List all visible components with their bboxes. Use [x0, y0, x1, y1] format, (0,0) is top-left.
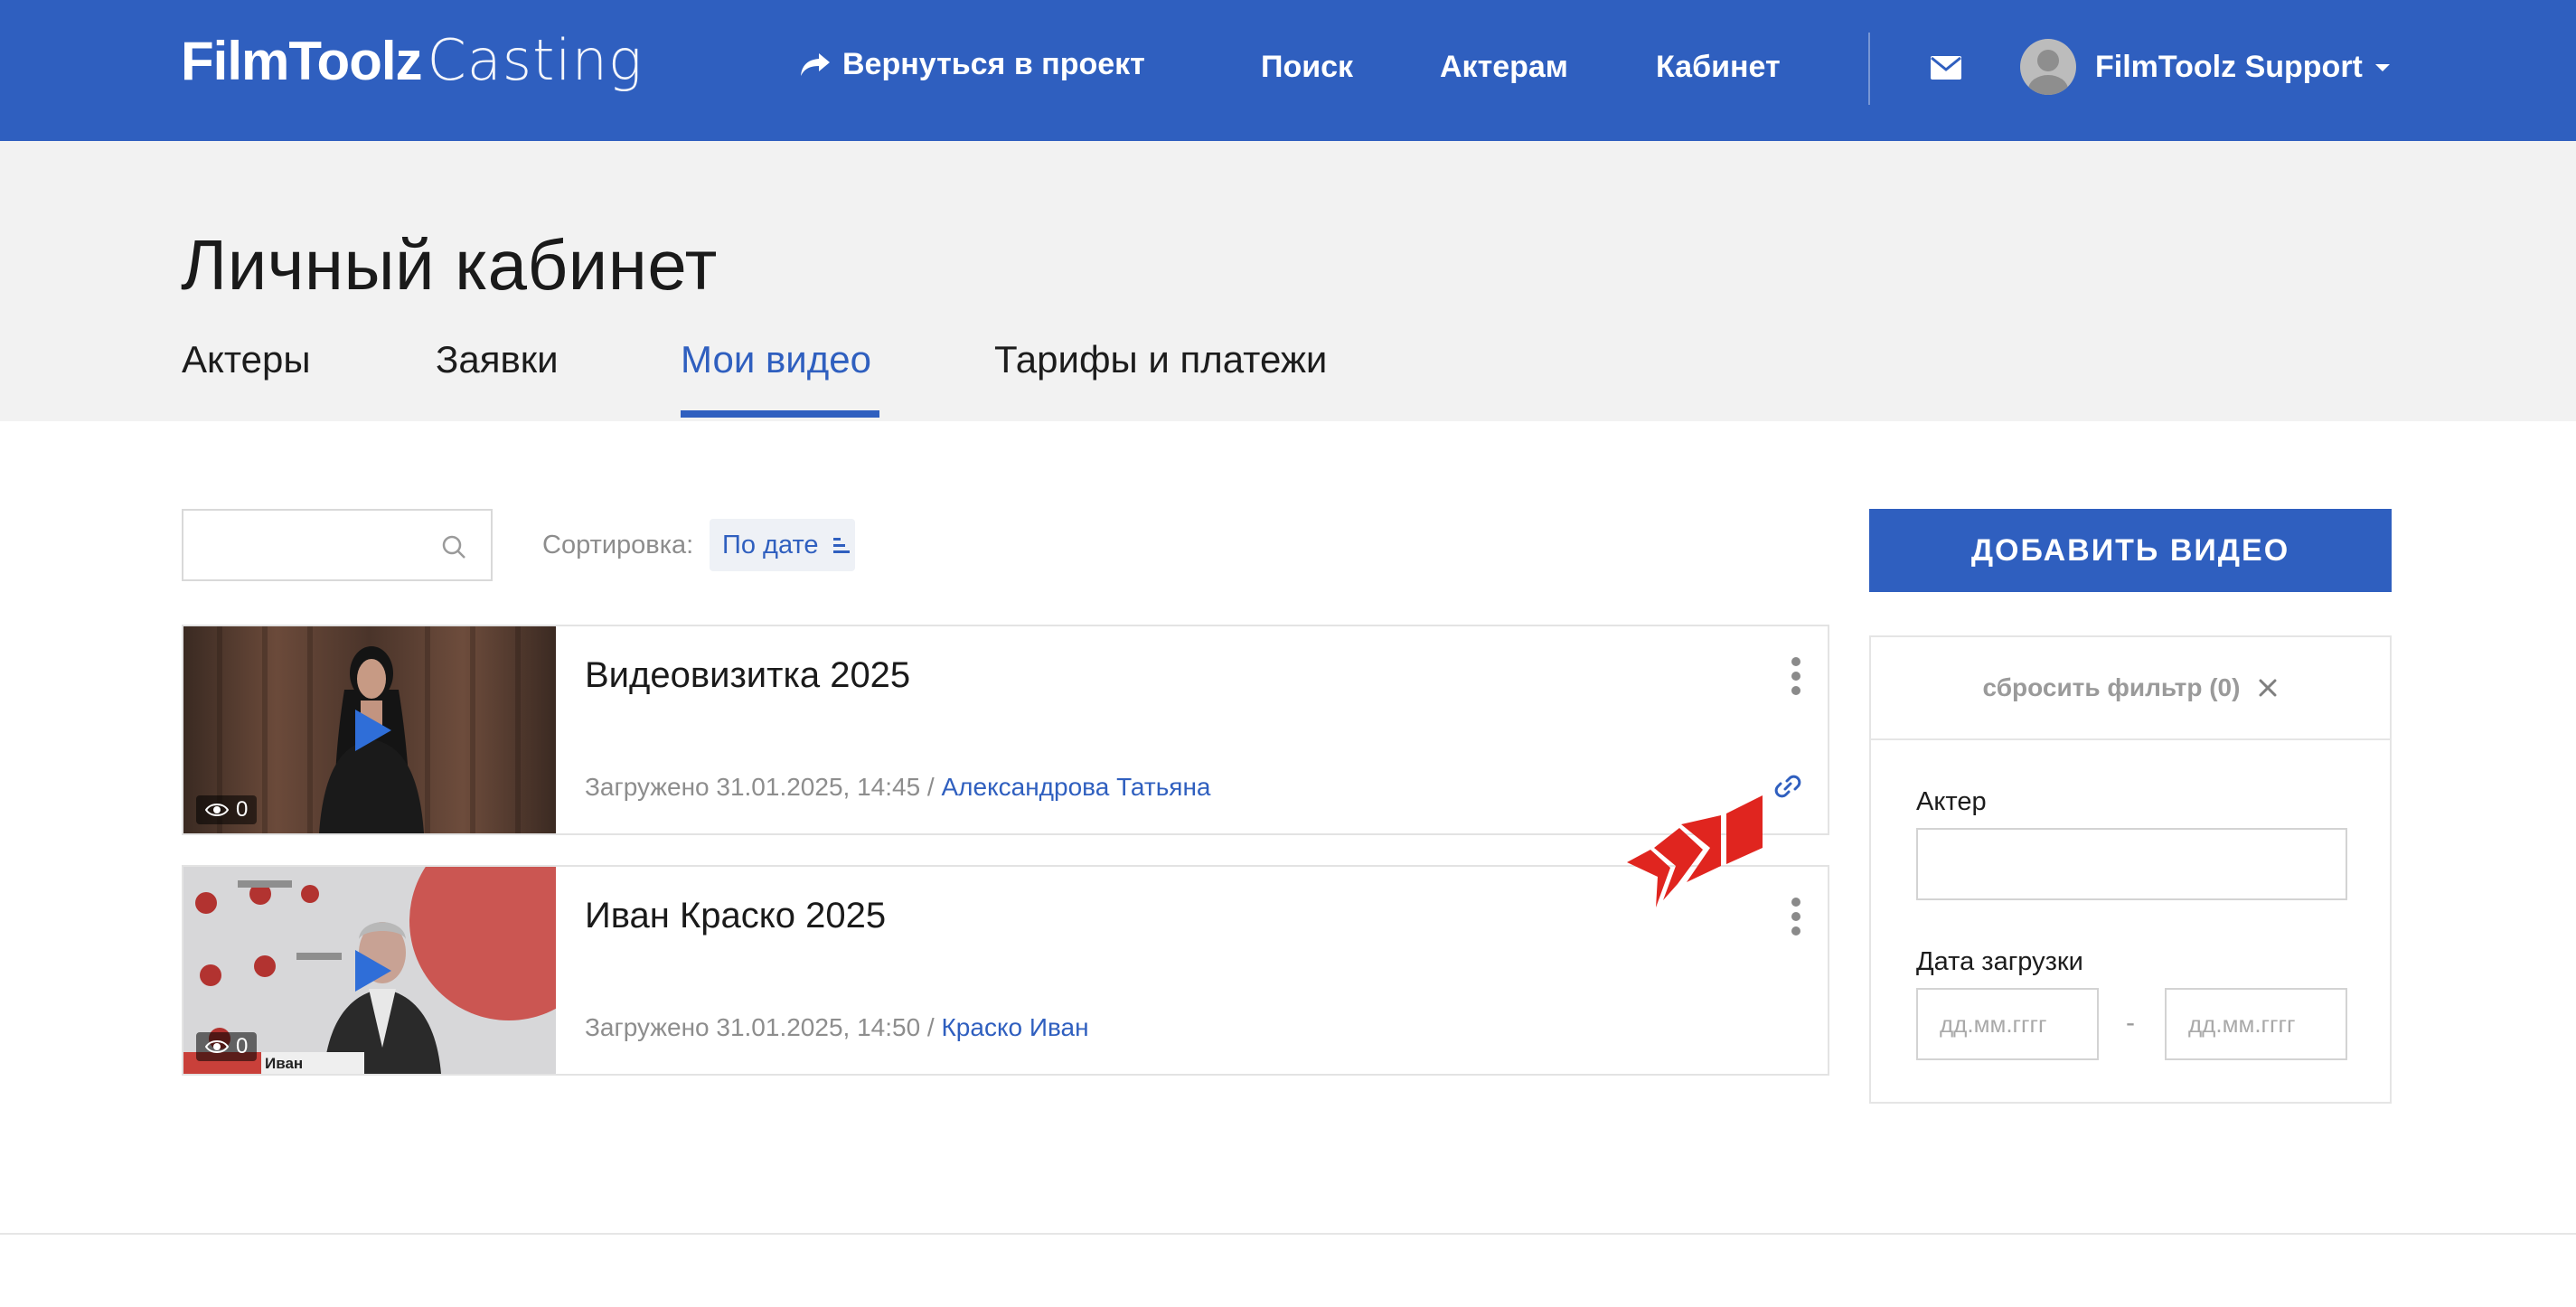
nav-search-link[interactable]: Поиск	[1261, 50, 1353, 85]
video-thumbnail[interactable]: 0	[183, 626, 556, 833]
more-options-icon[interactable]	[1791, 898, 1801, 936]
logo-brand-text: FilmToolz	[181, 31, 423, 91]
search-input[interactable]	[198, 522, 433, 569]
sort-label: Сортировка:	[542, 531, 694, 559]
page-header: Личный кабинет Актеры Заявки Мои видео Т…	[0, 141, 2576, 421]
actor-field-label: Актер	[1916, 787, 1987, 816]
nav-actors-link[interactable]: Актерам	[1440, 50, 1568, 85]
play-icon[interactable]	[355, 950, 391, 992]
video-card: 0 Видеовизитка 2025 Загружено 31.01.2025…	[182, 625, 1829, 835]
logo-product-text: Casting	[427, 27, 644, 93]
video-title[interactable]: Видеовизитка 2025	[585, 655, 910, 696]
footer-divider	[0, 1233, 2576, 1235]
reset-filter-label: сбросить фильтр (0)	[1982, 673, 2241, 701]
tab-tariffs-payments[interactable]: Тарифы и платежи	[994, 338, 1327, 381]
sort-descending-icon	[832, 538, 850, 553]
red-arrows-overlay-icon	[1627, 795, 1763, 907]
video-title[interactable]: Иван Краско 2025	[585, 896, 886, 936]
more-options-icon[interactable]	[1791, 657, 1801, 695]
tab-my-videos[interactable]: Мои видео	[681, 338, 871, 381]
upload-date-label: Дата загрузки	[1916, 947, 2083, 976]
view-count: 0	[236, 1034, 249, 1058]
back-to-project-link[interactable]: Вернуться в проект	[799, 47, 1145, 82]
active-tab-indicator	[681, 410, 879, 418]
date-from-input[interactable]	[1916, 988, 2099, 1060]
play-icon[interactable]	[355, 710, 391, 751]
date-range-separator: -	[2126, 1008, 2135, 1038]
add-video-button[interactable]: ДОБАВИТЬ ВИДЕО	[1869, 509, 2392, 592]
filter-panel: сбросить фильтр (0) Актер Дата загрузки …	[1869, 635, 2392, 1104]
sort-by-date-button[interactable]: По дате	[710, 519, 855, 571]
thumbnail-caption: Иван	[265, 1055, 304, 1072]
video-thumbnail[interactable]: Иван 0	[183, 867, 556, 1074]
video-actor-link[interactable]: Краско Иван	[942, 1013, 1089, 1041]
search-icon[interactable]	[440, 533, 467, 560]
envelope-icon[interactable]	[1931, 56, 1961, 80]
video-search-box	[182, 509, 493, 581]
video-actor-link[interactable]: Александрова Татьяна	[942, 773, 1211, 801]
tab-actors[interactable]: Актеры	[182, 338, 311, 381]
user-menu-name[interactable]: FilmToolz Support	[2095, 50, 2363, 85]
nav-divider	[1868, 33, 1870, 105]
user-silhouette-icon	[2028, 50, 2068, 95]
nav-cabinet-link[interactable]: Кабинет	[1656, 50, 1781, 85]
filmtoolz-casting-logo[interactable]: FilmToolz Casting	[181, 27, 643, 99]
sort-value: По дате	[722, 530, 819, 559]
share-arrow-icon	[801, 52, 830, 76]
back-to-project-label: Вернуться в проект	[842, 47, 1145, 81]
video-upload-date: Загружено 31.01.2025, 14:45 /	[585, 773, 942, 801]
video-meta: Загружено 31.01.2025, 14:45 / Александро…	[585, 773, 1211, 802]
view-count-badge: 0	[196, 1032, 258, 1061]
user-avatar[interactable]	[2020, 39, 2076, 95]
video-upload-date: Загружено 31.01.2025, 14:50 /	[585, 1013, 942, 1041]
view-count: 0	[236, 797, 249, 822]
close-icon[interactable]	[2258, 678, 2278, 698]
video-meta: Загружено 31.01.2025, 14:50 / Краско Ива…	[585, 1013, 1089, 1042]
top-navigation-bar: FilmToolz Casting Вернуться в проект Пои…	[0, 0, 2576, 141]
eye-icon	[205, 1040, 229, 1053]
caret-down-icon[interactable]	[2375, 64, 2390, 71]
tab-applications[interactable]: Заявки	[436, 338, 559, 381]
link-icon[interactable]	[1774, 773, 1801, 800]
page-title: Личный кабинет	[181, 225, 718, 305]
date-to-input[interactable]	[2165, 988, 2347, 1060]
actor-filter-input[interactable]	[1916, 828, 2347, 900]
eye-icon	[205, 804, 229, 816]
view-count-badge: 0	[196, 795, 258, 824]
reset-filter-button[interactable]: сбросить фильтр (0)	[1871, 637, 2390, 740]
video-card: Иван 0 Иван Краско 2025 Загружено 31.01.…	[182, 865, 1829, 1076]
